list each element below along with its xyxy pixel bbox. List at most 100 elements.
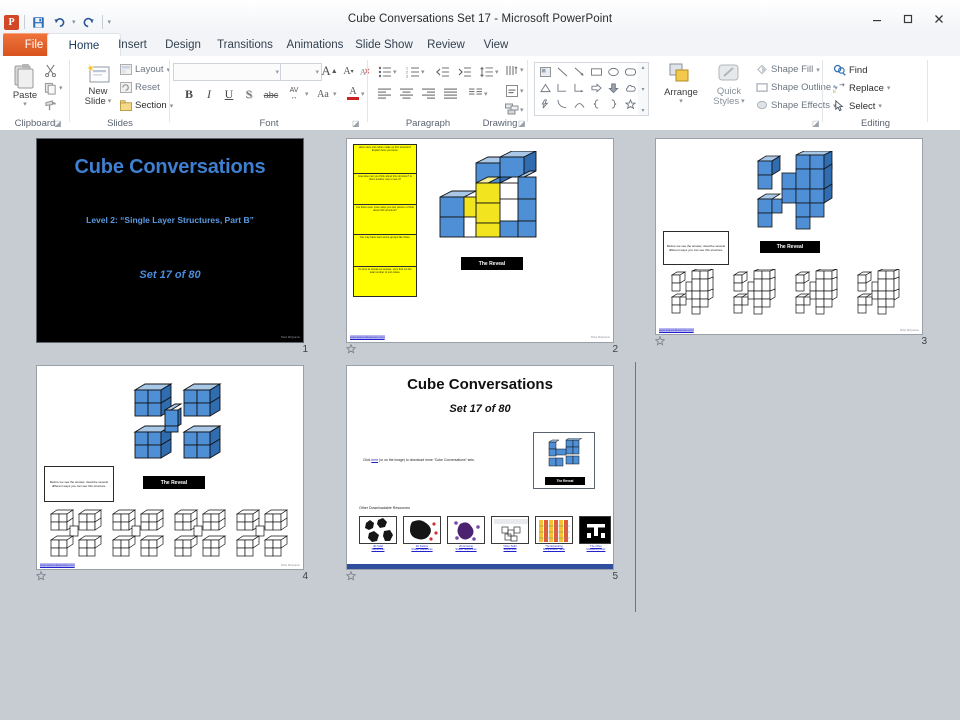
- shape-cloud-icon[interactable]: [622, 80, 639, 96]
- slide-5-reveal-button[interactable]: The Reveal: [545, 477, 585, 485]
- shape-textbox-icon[interactable]: [537, 64, 554, 80]
- align-right-icon[interactable]: [420, 86, 437, 101]
- shape-right-brace-icon[interactable]: [605, 96, 622, 112]
- line-spacing-icon[interactable]: [478, 64, 495, 79]
- grow-font-icon[interactable]: A ▲: [321, 62, 338, 79]
- select-button[interactable]: Select ▾: [833, 100, 882, 112]
- quick-styles-button[interactable]: Quick Styles ▾: [706, 62, 752, 107]
- bullets-icon[interactable]: [376, 64, 393, 79]
- slide-5-animation-icon[interactable]: [345, 570, 357, 581]
- copy-icon[interactable]: [42, 81, 58, 95]
- slide-thumbnail-1[interactable]: Cube Conversations Level 2: “Single Laye…: [36, 138, 308, 358]
- change-case-dropdown-icon[interactable]: ▾: [333, 90, 337, 98]
- resource-caption-4[interactable]: Other Solid Sequences: [487, 545, 533, 551]
- arrange-dropdown-icon[interactable]: ▾: [679, 98, 683, 105]
- quick-styles-dropdown-icon[interactable]: ▾: [741, 98, 745, 105]
- gallery-more-icon[interactable]: ▾: [641, 107, 644, 114]
- resource-caption-5[interactable]: The Expanding Multiplication Table: [531, 545, 577, 551]
- copy-dropdown-icon[interactable]: ▾: [59, 84, 63, 92]
- align-text-icon[interactable]: [504, 83, 520, 99]
- align-left-icon[interactable]: [376, 86, 393, 101]
- slide-thumbnail-5[interactable]: Cube Conversations Set 17 of 80 Click he…: [345, 365, 618, 585]
- shape-fill-dropdown-icon[interactable]: ▾: [816, 66, 820, 74]
- shape-arc-icon[interactable]: [571, 96, 588, 112]
- font-name-input[interactable]: ▾: [173, 63, 282, 81]
- slide-3-animation-icon[interactable]: [654, 335, 666, 346]
- bold-button[interactable]: B: [181, 86, 197, 103]
- slide-2-canvas[interactable]: How many unit cubes make up this structu…: [346, 138, 614, 343]
- slide-4-reveal-button[interactable]: The Reveal: [143, 476, 205, 489]
- reset-button[interactable]: Reset: [120, 82, 160, 93]
- shape-arrow-icon[interactable]: [571, 64, 588, 80]
- shape-star-icon[interactable]: [622, 96, 639, 112]
- slide-4-animation-icon[interactable]: [35, 570, 47, 581]
- numbering-dropdown-icon[interactable]: ▾: [421, 68, 425, 76]
- resource-thumbnail-6[interactable]: [579, 516, 611, 544]
- resource-caption-1[interactable]: 3D Solid Sequences: [355, 545, 401, 551]
- replace-button[interactable]: ab Replace ▾: [833, 82, 890, 95]
- bullets-dropdown-icon[interactable]: ▾: [393, 68, 397, 76]
- increase-indent-icon[interactable]: [456, 64, 473, 79]
- decrease-indent-icon[interactable]: [434, 64, 451, 79]
- change-case-button[interactable]: Aa: [313, 86, 333, 102]
- resource-caption-2[interactable]: 2D Pattern Shape Sequences: [399, 545, 445, 551]
- slide-4-canvas[interactable]: Before we see the answer, describe sever…: [36, 365, 304, 570]
- shape-rectangle-icon[interactable]: [588, 64, 605, 80]
- shape-curve-icon[interactable]: [554, 96, 571, 112]
- shape-line-icon[interactable]: [554, 64, 571, 80]
- resource-thumbnail-1[interactable]: [359, 516, 397, 544]
- resource-thumbnail-2[interactable]: [403, 516, 441, 544]
- resource-caption-6[interactable]: The Other Measuring Cups: [575, 545, 613, 551]
- convert-to-smartart-dropdown-icon[interactable]: ▾: [520, 106, 524, 114]
- layout-button[interactable]: Layout ▾: [120, 64, 170, 75]
- slide-3-reveal-button[interactable]: The Reveal: [760, 241, 820, 253]
- slide-thumbnail-2[interactable]: How many unit cubes make up this structu…: [345, 138, 618, 358]
- find-button[interactable]: Find: [833, 64, 867, 76]
- minimize-button[interactable]: [861, 9, 892, 28]
- shape-right-arrow-icon[interactable]: [588, 80, 605, 96]
- tab-view[interactable]: View: [464, 33, 528, 56]
- resource-thumbnail-4[interactable]: [491, 516, 529, 544]
- slide-2-animation-icon[interactable]: [345, 343, 357, 354]
- numbering-icon[interactable]: 123: [404, 64, 421, 79]
- gallery-scroll-down-icon[interactable]: ▾: [641, 86, 644, 93]
- text-direction-dropdown-icon[interactable]: ▾: [520, 66, 524, 74]
- maximize-button[interactable]: [892, 9, 923, 28]
- columns-dropdown-icon[interactable]: ▾: [484, 90, 488, 98]
- font-name-dropdown-icon[interactable]: ▾: [275, 68, 279, 76]
- font-color-dropdown-icon[interactable]: ▾: [361, 90, 365, 98]
- shrink-font-icon[interactable]: A ▾: [340, 63, 357, 79]
- new-slide-dropdown-icon[interactable]: ▾: [108, 98, 112, 105]
- character-spacing-button[interactable]: AV ↔: [283, 85, 305, 102]
- font-size-dropdown-icon[interactable]: ▾: [315, 68, 319, 76]
- shapes-gallery-scrollbar[interactable]: ▴ ▾ ▾: [638, 62, 649, 116]
- slide-1-canvas[interactable]: Cube Conversations Level 2: “Single Laye…: [36, 138, 304, 343]
- resource-thumbnail-3[interactable]: [447, 516, 485, 544]
- text-shadow-button[interactable]: S: [241, 86, 257, 103]
- slide-5-preview-image[interactable]: The Reveal: [533, 432, 595, 489]
- slide-5-canvas[interactable]: Cube Conversations Set 17 of 80 Click he…: [346, 365, 614, 570]
- cut-icon[interactable]: [42, 63, 58, 77]
- section-button[interactable]: Section ▾: [120, 100, 173, 111]
- select-dropdown-icon[interactable]: ▾: [878, 102, 882, 110]
- slide-2-url[interactable]: www.stonemilesources.com: [350, 335, 385, 339]
- slide-sorter-workspace[interactable]: Cube Conversations Level 2: “Single Laye…: [0, 130, 960, 720]
- close-button[interactable]: [923, 9, 954, 28]
- strikethrough-button[interactable]: abc: [261, 87, 281, 102]
- arrange-button[interactable]: Arrange ▾: [658, 62, 704, 105]
- new-slide-button[interactable]: New Slide ▾: [78, 62, 118, 107]
- slide-2-reveal-button[interactable]: The Reveal: [461, 257, 523, 270]
- resource-caption-3[interactable]: 2D Growing Shape Sequences: [443, 545, 489, 551]
- font-color-button[interactable]: A: [345, 85, 361, 102]
- convert-to-smartart-icon[interactable]: [504, 102, 520, 118]
- align-text-dropdown-icon[interactable]: ▾: [520, 87, 524, 95]
- slide-3-canvas[interactable]: Before we see the answer, describe sever…: [655, 138, 923, 335]
- italic-button[interactable]: I: [201, 86, 217, 103]
- shape-elbow-arrow-icon[interactable]: [571, 80, 588, 96]
- format-painter-icon[interactable]: [42, 98, 58, 112]
- justify-icon[interactable]: [442, 86, 459, 101]
- slide-thumbnail-3[interactable]: Before we see the answer, describe sever…: [654, 138, 927, 358]
- slide-4-url[interactable]: www.stonemilesources.com: [40, 563, 75, 567]
- font-size-input[interactable]: ▾: [280, 63, 322, 81]
- shape-left-brace-icon[interactable]: [588, 96, 605, 112]
